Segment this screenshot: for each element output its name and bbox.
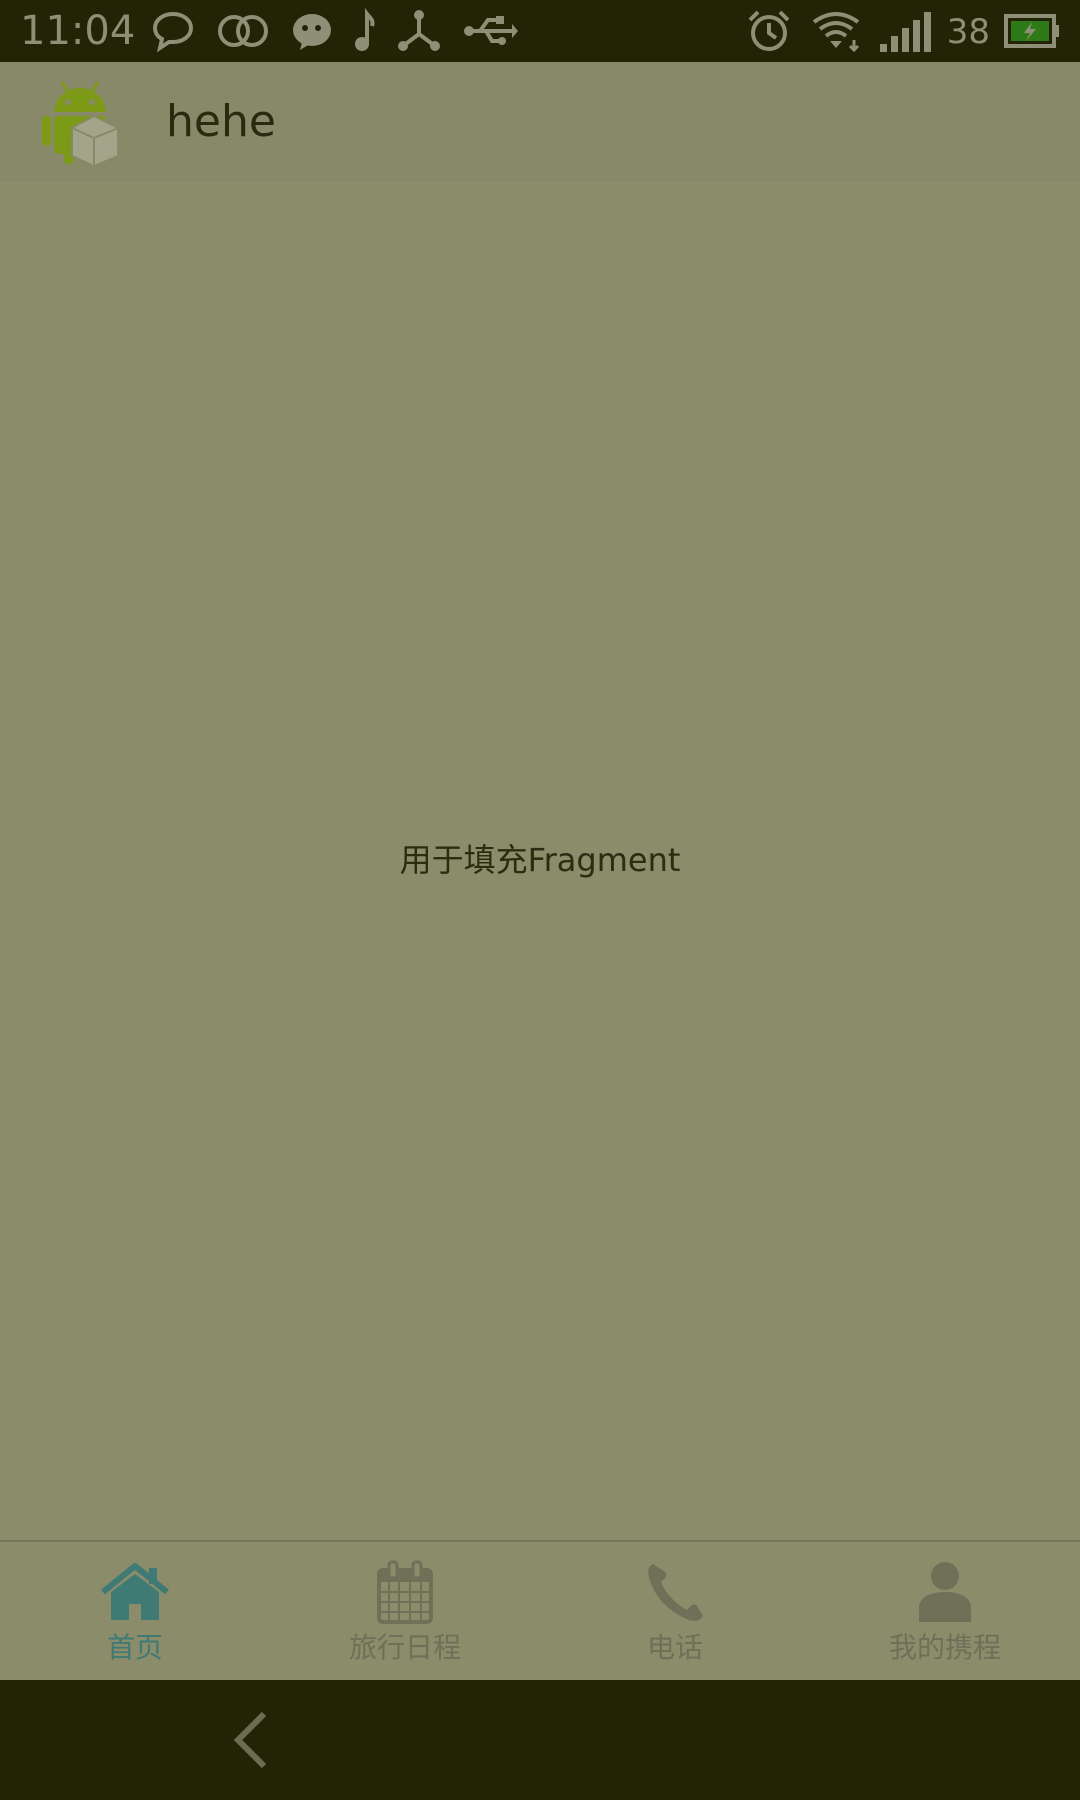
app-title: hehe (166, 96, 276, 147)
person-icon (919, 1562, 971, 1622)
battery-charging-icon (1004, 14, 1059, 48)
tab-label: 首页 (106, 1631, 163, 1664)
tab-itinerary[interactable]: 旅行日程 (270, 1542, 540, 1682)
chat-bubble-icon (152, 11, 194, 53)
app-screen: 11:04 38 hehe 用于填充Fragment 首页 旅行日程 电话 我的… (0, 0, 1080, 1800)
overlapping-circles-icon (218, 15, 268, 47)
tab-label: 旅行日程 (348, 1631, 461, 1664)
usb-icon (464, 16, 518, 45)
navigation-bar (0, 1680, 1080, 1800)
signal-bars-icon (880, 12, 931, 52)
calendar-icon (377, 1560, 433, 1624)
tab-my-ctrip[interactable]: 我的携程 (810, 1542, 1080, 1682)
music-note-icon (355, 8, 375, 51)
wifi-icon (812, 12, 860, 53)
android-box-icon[interactable] (40, 78, 126, 166)
fragment-placeholder-text: 用于填充Fragment (399, 841, 681, 879)
tab-label: 我的携程 (888, 1631, 1001, 1664)
home-icon (101, 1563, 169, 1620)
status-bar: 11:04 38 (0, 0, 1080, 62)
tab-home[interactable]: 首页 (0, 1542, 270, 1682)
action-bar: hehe (0, 62, 1080, 182)
tab-phone[interactable]: 电话 (540, 1542, 810, 1682)
fragment-container: 用于填充Fragment (0, 182, 1080, 1540)
bottom-tab-bar: 首页 旅行日程 电话 我的携程 (0, 1540, 1080, 1682)
battery-level: 38 (946, 12, 990, 52)
tab-label: 电话 (646, 1631, 703, 1664)
wechat-icon (293, 14, 331, 50)
share-hub-icon (398, 10, 440, 51)
back-chevron-icon[interactable] (228, 1710, 276, 1770)
alarm-clock-icon (748, 10, 790, 51)
phone-icon (648, 1564, 703, 1621)
status-time: 11:04 (20, 8, 136, 54)
